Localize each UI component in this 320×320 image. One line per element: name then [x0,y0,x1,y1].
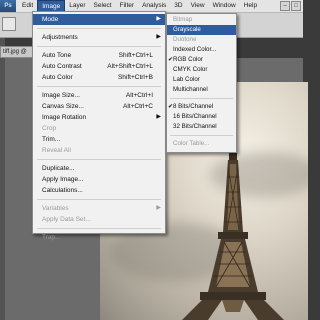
submenu-item-duotone-label: Duotone [173,36,197,43]
menu-item-canvas-size-label: Canvas Size... [42,103,84,110]
menu-item-apply-data-set-label: Apply Data Set... [42,216,91,223]
menu-item-apply-data-set: Apply Data Set... [33,214,165,225]
submenu-item-indexed-color-label: Indexed Color... [173,46,217,53]
menu-item-variables: Variables ▶ [33,203,165,214]
menu-separator [37,86,161,87]
submenu-item-lab-color[interactable]: Lab Color [167,75,236,85]
submenu-item-multichannel[interactable]: Multichannel [167,85,236,95]
document-tab[interactable]: tiff.jpg @ [0,46,36,58]
submenu-item-color-table-label: Color Table... [173,140,210,147]
submenu-item-duotone: Duotone [167,35,236,45]
menu-item-crop: Crop [33,123,165,134]
menu-item-crop-label: Crop [42,125,57,132]
submenu-item-32-bits[interactable]: 32 Bits/Channel [167,122,236,132]
menu-item-adjustments-label: Adjustments [42,34,78,41]
menu-separator [37,199,161,200]
submenu-item-8-bits-label: 8 Bits/Channel [173,103,214,110]
menu-item-apply-image-label: Apply Image... [42,176,84,183]
menu-help[interactable]: Help [240,0,261,12]
submenu-item-8-bits[interactable]: ✔ 8 Bits/Channel [167,102,236,112]
submenu-item-grayscale-label: Grayscale [173,26,201,33]
menu-item-auto-contrast[interactable]: Auto Contrast Alt+Shift+Ctrl+L [33,61,165,72]
menu-item-auto-tone-label: Auto Tone [42,52,72,59]
submenu-item-32-bits-label: 32 Bits/Channel [173,123,217,130]
menu-item-image-rotation[interactable]: Image Rotation ▶ [33,112,165,123]
menu-3d[interactable]: 3D [170,0,186,12]
menu-separator [37,28,161,29]
submenu-item-rgb-color-label: RGB Color [173,56,203,63]
submenu-item-cmyk-color[interactable]: CMYK Color [167,65,236,75]
menu-item-image-size[interactable]: Image Size... Alt+Ctrl+I [33,90,165,101]
shortcut-label: Alt+Ctrl+C [123,103,153,110]
menu-item-duplicate[interactable]: Duplicate... [33,163,165,174]
menu-item-reveal-all: Reveal All [33,145,165,156]
menu-separator [37,228,161,229]
shortcut-label: Alt+Shift+Ctrl+L [107,63,153,70]
menu-separator [37,159,161,160]
submenu-arrow-icon: ▶ [156,34,161,40]
menu-separator [170,135,233,136]
menu-view[interactable]: View [187,0,209,12]
submenu-item-16-bits[interactable]: 16 Bits/Channel [167,112,236,122]
submenu-arrow-icon: ▶ [156,205,161,211]
image-menu-dropdown: Mode ▶ Adjustments ▶ Auto Tone Shift+Ctr… [32,11,166,241]
submenu-item-rgb-color[interactable]: ✔ RGB Color [167,55,236,65]
submenu-item-cmyk-color-label: CMYK Color [173,66,208,73]
submenu-item-indexed-color[interactable]: Indexed Color... [167,45,236,55]
photoshop-logo-icon: Ps [0,0,16,12]
menu-item-apply-image[interactable]: Apply Image... [33,174,165,185]
menu-item-duplicate-label: Duplicate... [42,165,75,172]
checkmark-icon: ✔ [168,57,174,63]
menu-item-image-rotation-label: Image Rotation [42,114,87,121]
window-controls: – □ [280,1,301,12]
maximize-icon[interactable]: □ [291,1,301,11]
menu-item-trim[interactable]: Trim... [33,134,165,145]
menu-item-trap: Trap... [33,232,165,243]
menu-item-image-size-label: Image Size... [42,92,80,99]
shortcut-label: Shift+Ctrl+B [117,74,153,81]
shortcut-label: Shift+Ctrl+L [118,52,153,59]
menu-item-calculations[interactable]: Calculations... [33,185,165,196]
submenu-arrow-icon: ▶ [156,16,161,22]
menu-item-reveal-all-label: Reveal All [42,147,71,154]
menu-separator [170,98,233,99]
mode-submenu: Bitmap Grayscale Duotone Indexed Color..… [166,13,237,153]
submenu-item-lab-color-label: Lab Color [173,76,200,83]
submenu-item-grayscale[interactable]: Grayscale [167,25,236,35]
submenu-item-bitmap-label: Bitmap [173,16,193,23]
menu-window[interactable]: Window [209,0,240,12]
tool-preset-icon[interactable] [2,17,16,31]
menu-item-trim-label: Trim... [42,136,61,143]
submenu-arrow-icon: ▶ [156,114,161,120]
menu-item-auto-color[interactable]: Auto Color Shift+Ctrl+B [33,72,165,83]
checkmark-icon: ✔ [168,104,174,110]
menu-item-mode[interactable]: Mode ▶ [33,14,165,25]
menu-item-canvas-size[interactable]: Canvas Size... Alt+Ctrl+C [33,101,165,112]
menu-item-variables-label: Variables [42,205,69,212]
menu-separator [37,46,161,47]
submenu-item-color-table: Color Table... [167,139,236,149]
menu-item-mode-label: Mode [42,16,59,23]
menu-item-calculations-label: Calculations... [42,187,83,194]
menu-item-auto-contrast-label: Auto Contrast [42,63,82,70]
minimize-icon[interactable]: – [280,1,290,11]
menu-item-trap-label: Trap... [42,234,61,241]
menu-item-auto-color-label: Auto Color [42,74,73,81]
shortcut-label: Alt+Ctrl+I [125,92,153,99]
menu-item-auto-tone[interactable]: Auto Tone Shift+Ctrl+L [33,50,165,61]
submenu-item-bitmap: Bitmap [167,15,236,25]
submenu-item-16-bits-label: 16 Bits/Channel [173,113,217,120]
submenu-item-multichannel-label: Multichannel [173,86,208,93]
menu-item-adjustments[interactable]: Adjustments ▶ [33,32,165,43]
